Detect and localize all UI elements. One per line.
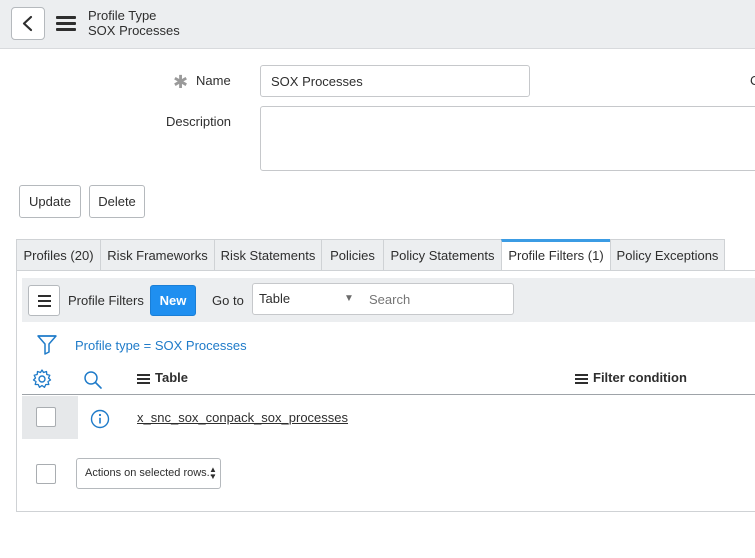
name-input[interactable] [260,65,530,97]
tab-policy-exceptions[interactable]: Policy Exceptions [610,239,725,271]
search-input[interactable] [361,283,514,315]
tab-risk-statements[interactable]: Risk Statements [214,239,322,271]
tab-policy-statements[interactable]: Policy Statements [383,239,502,271]
tab-risk-frameworks[interactable]: Risk Frameworks [100,239,215,271]
info-icon[interactable] [89,408,111,430]
dropdown-arrow-icon: ▼ [344,293,354,304]
column-header-filter-condition[interactable]: Filter condition [575,370,687,386]
description-label: Description [166,114,232,129]
hamburger-icon[interactable] [56,16,76,32]
new-button[interactable]: New [150,285,196,316]
form-title: Profile Type [88,8,157,23]
delete-button[interactable]: Delete [89,185,145,218]
select-all-checkbox[interactable] [36,464,56,484]
list-title: Profile Filters [68,293,144,308]
header-bar: Profile Type SOX Processes [0,0,755,49]
search-icon[interactable] [82,369,104,391]
column-header-table[interactable]: Table [137,370,188,386]
select-arrows-icon: ▲ ▼ [209,465,217,481]
tab-profiles[interactable]: Profiles (20) [16,239,101,271]
list-menu-button[interactable] [28,285,60,316]
table-row-link[interactable]: x_snc_sox_conpack_sox_processes [137,410,348,425]
column-menu-icon[interactable] [137,372,150,386]
actions-select[interactable]: Actions on selected rows... [76,458,221,489]
tab-policies[interactable]: Policies [321,239,384,271]
update-button[interactable]: Update [19,185,81,218]
row-checkbox[interactable] [36,407,56,427]
name-label: Name [196,73,231,88]
back-button[interactable] [11,7,45,40]
filter-icon[interactable] [36,333,58,357]
header-divider [22,394,755,395]
column-header-label: Table [155,370,188,385]
column-menu-icon[interactable] [575,372,588,386]
description-textarea[interactable] [260,106,755,171]
filter-breadcrumb[interactable]: Profile type = SOX Processes [75,338,247,353]
goto-label: Go to [212,293,244,308]
required-indicator-icon: ✱ [173,72,189,92]
gear-icon[interactable] [31,368,53,390]
column-header-label: Filter condition [593,370,687,385]
chevron-left-icon [22,15,33,32]
cutoff-label: C [750,73,755,88]
record-name: SOX Processes [88,23,180,38]
tab-profile-filters[interactable]: Profile Filters (1) [501,239,611,271]
